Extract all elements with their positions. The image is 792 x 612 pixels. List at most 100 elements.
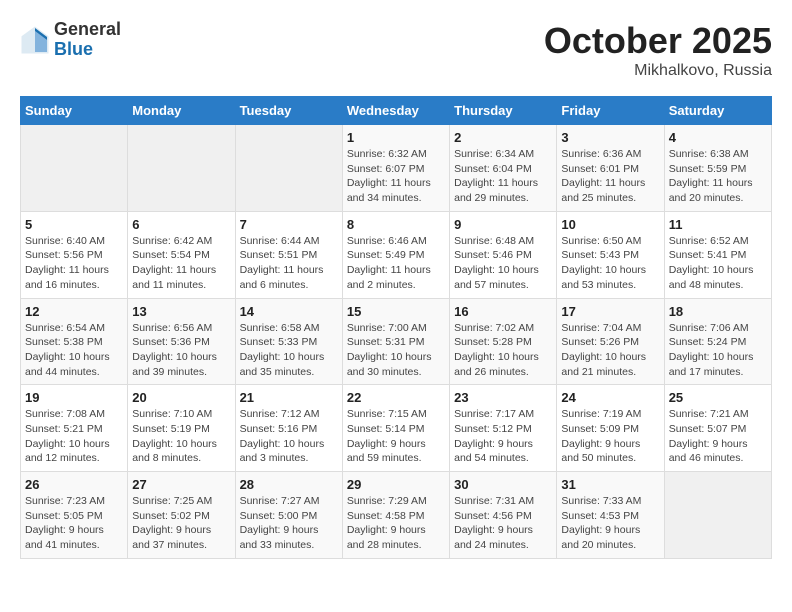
day-info: Sunrise: 6:36 AM Sunset: 6:01 PM Dayligh… [561, 147, 659, 206]
day-number: 29 [347, 477, 445, 492]
day-number: 13 [132, 304, 230, 319]
day-number: 24 [561, 390, 659, 405]
day-number: 18 [669, 304, 767, 319]
day-info: Sunrise: 6:52 AM Sunset: 5:41 PM Dayligh… [669, 234, 767, 293]
calendar-cell [235, 125, 342, 212]
day-number: 14 [240, 304, 338, 319]
day-info: Sunrise: 6:50 AM Sunset: 5:43 PM Dayligh… [561, 234, 659, 293]
calendar-cell: 7Sunrise: 6:44 AM Sunset: 5:51 PM Daylig… [235, 211, 342, 298]
calendar-cell: 6Sunrise: 6:42 AM Sunset: 5:54 PM Daylig… [128, 211, 235, 298]
day-info: Sunrise: 6:54 AM Sunset: 5:38 PM Dayligh… [25, 321, 123, 380]
day-info: Sunrise: 6:58 AM Sunset: 5:33 PM Dayligh… [240, 321, 338, 380]
day-number: 5 [25, 217, 123, 232]
day-number: 1 [347, 130, 445, 145]
day-info: Sunrise: 6:42 AM Sunset: 5:54 PM Dayligh… [132, 234, 230, 293]
calendar-cell: 21 Sunrise: 7:12 AM Sunset: 5:16 PM Dayli… [235, 385, 342, 472]
calendar-header: Sunday Monday Tuesday Wednesday Thursday… [21, 97, 772, 125]
day-info: Sunrise: 7:04 AM Sunset: 5:26 PM Dayligh… [561, 321, 659, 380]
day-info: Sunrise: 6:48 AM Sunset: 5:46 PM Dayligh… [454, 234, 552, 293]
day-number: 12 [25, 304, 123, 319]
day-number: 30 [454, 477, 552, 492]
calendar-week-row: 19Sunrise: 7:08 AM Sunset: 5:21 PM Dayli… [21, 385, 772, 472]
calendar-cell: 22 Sunrise: 7:15 AM Sunset: 5:14 PM Dayli… [342, 385, 449, 472]
day-number: 28 [240, 477, 338, 492]
header-thursday: Thursday [450, 97, 557, 125]
calendar-cell: 1 Sunrise: 6:32 AM Sunset: 6:07 PM Daylig… [342, 125, 449, 212]
day-info: Sunrise: 7:23 AM Sunset: 5:05 PM Dayligh… [25, 494, 123, 553]
day-info: Sunrise: 7:33 AM Sunset: 4:53 PM Dayligh… [561, 494, 659, 553]
calendar-week-row: 1 Sunrise: 6:32 AM Sunset: 6:07 PM Daylig… [21, 125, 772, 212]
day-info: Sunrise: 7:19 AM Sunset: 5:09 PM Dayligh… [561, 407, 659, 466]
calendar-cell: 29Sunrise: 7:29 AM Sunset: 4:58 PM Dayli… [342, 472, 449, 559]
day-number: 21 [240, 390, 338, 405]
day-info: Sunrise: 6:40 AM Sunset: 5:56 PM Dayligh… [25, 234, 123, 293]
calendar-cell: 19Sunrise: 7:08 AM Sunset: 5:21 PM Dayli… [21, 385, 128, 472]
day-info: Sunrise: 6:44 AM Sunset: 5:51 PM Dayligh… [240, 234, 338, 293]
logo-general-text: General [54, 20, 121, 40]
day-info: Sunrise: 7:21 AM Sunset: 5:07 PM Dayligh… [669, 407, 767, 466]
day-info: Sunrise: 7:08 AM Sunset: 5:21 PM Dayligh… [25, 407, 123, 466]
calendar-cell: 8 Sunrise: 6:46 AM Sunset: 5:49 PM Daylig… [342, 211, 449, 298]
day-info: Sunrise: 6:32 AM Sunset: 6:07 PM Dayligh… [347, 147, 445, 206]
day-number: 15 [347, 304, 445, 319]
calendar-cell: 5 Sunrise: 6:40 AM Sunset: 5:56 PM Daylig… [21, 211, 128, 298]
header-monday: Monday [128, 97, 235, 125]
day-info: Sunrise: 7:31 AM Sunset: 4:56 PM Dayligh… [454, 494, 552, 553]
logo-text: General Blue [54, 20, 121, 60]
day-number: 27 [132, 477, 230, 492]
header-wednesday: Wednesday [342, 97, 449, 125]
day-info: Sunrise: 7:10 AM Sunset: 5:19 PM Dayligh… [132, 407, 230, 466]
calendar-body: 1 Sunrise: 6:32 AM Sunset: 6:07 PM Daylig… [21, 125, 772, 559]
day-info: Sunrise: 7:02 AM Sunset: 5:28 PM Dayligh… [454, 321, 552, 380]
calendar-cell: 3 Sunrise: 6:36 AM Sunset: 6:01 PM Daylig… [557, 125, 664, 212]
day-info: Sunrise: 7:15 AM Sunset: 5:14 PM Dayligh… [347, 407, 445, 466]
calendar-cell: 24 Sunrise: 7:19 AM Sunset: 5:09 PM Dayli… [557, 385, 664, 472]
calendar-cell [128, 125, 235, 212]
calendar-cell: 28Sunrise: 7:27 AM Sunset: 5:00 PM Dayli… [235, 472, 342, 559]
calendar-cell: 13Sunrise: 6:56 AM Sunset: 5:36 PM Dayli… [128, 298, 235, 385]
day-number: 16 [454, 304, 552, 319]
calendar-cell: 12 Sunrise: 6:54 AM Sunset: 5:38 PM Dayli… [21, 298, 128, 385]
calendar-cell [664, 472, 771, 559]
calendar-cell: 27 Sunrise: 7:25 AM Sunset: 5:02 PM Dayli… [128, 472, 235, 559]
calendar-cell: 23 Sunrise: 7:17 AM Sunset: 5:12 PM Dayli… [450, 385, 557, 472]
calendar-cell: 11Sunrise: 6:52 AM Sunset: 5:41 PM Dayli… [664, 211, 771, 298]
day-number: 10 [561, 217, 659, 232]
day-number: 22 [347, 390, 445, 405]
title-block: October 2025 Mikhalkovo, Russia [544, 20, 772, 80]
day-number: 26 [25, 477, 123, 492]
location-subtitle: Mikhalkovo, Russia [544, 62, 772, 80]
calendar-cell: 10 Sunrise: 6:50 AM Sunset: 5:43 PM Dayli… [557, 211, 664, 298]
calendar-cell: 17 Sunrise: 7:04 AM Sunset: 5:26 PM Dayli… [557, 298, 664, 385]
calendar-cell: 2Sunrise: 6:34 AM Sunset: 6:04 PM Daylig… [450, 125, 557, 212]
header-saturday: Saturday [664, 97, 771, 125]
day-number: 8 [347, 217, 445, 232]
header-tuesday: Tuesday [235, 97, 342, 125]
calendar-cell: 30 Sunrise: 7:31 AM Sunset: 4:56 PM Dayli… [450, 472, 557, 559]
calendar-cell: 9 Sunrise: 6:48 AM Sunset: 5:46 PM Daylig… [450, 211, 557, 298]
day-info: Sunrise: 7:06 AM Sunset: 5:24 PM Dayligh… [669, 321, 767, 380]
month-year-title: October 2025 [544, 20, 772, 62]
calendar-cell [21, 125, 128, 212]
day-info: Sunrise: 6:46 AM Sunset: 5:49 PM Dayligh… [347, 234, 445, 293]
logo-blue-text: Blue [54, 40, 121, 60]
header-sunday: Sunday [21, 97, 128, 125]
calendar-cell: 20Sunrise: 7:10 AM Sunset: 5:19 PM Dayli… [128, 385, 235, 472]
day-info: Sunrise: 7:12 AM Sunset: 5:16 PM Dayligh… [240, 407, 338, 466]
day-number: 2 [454, 130, 552, 145]
day-info: Sunrise: 7:25 AM Sunset: 5:02 PM Dayligh… [132, 494, 230, 553]
day-number: 9 [454, 217, 552, 232]
header-row: Sunday Monday Tuesday Wednesday Thursday… [21, 97, 772, 125]
calendar-cell: 15Sunrise: 7:00 AM Sunset: 5:31 PM Dayli… [342, 298, 449, 385]
calendar-cell: 31Sunrise: 7:33 AM Sunset: 4:53 PM Dayli… [557, 472, 664, 559]
calendar-week-row: 26 Sunrise: 7:23 AM Sunset: 5:05 PM Dayli… [21, 472, 772, 559]
header-friday: Friday [557, 97, 664, 125]
day-number: 3 [561, 130, 659, 145]
day-number: 17 [561, 304, 659, 319]
calendar-cell: 18 Sunrise: 7:06 AM Sunset: 5:24 PM Dayli… [664, 298, 771, 385]
day-number: 4 [669, 130, 767, 145]
day-info: Sunrise: 7:17 AM Sunset: 5:12 PM Dayligh… [454, 407, 552, 466]
calendar-cell: 14 Sunrise: 6:58 AM Sunset: 5:33 PM Dayli… [235, 298, 342, 385]
page-header: General Blue October 2025 Mikhalkovo, Ru… [20, 20, 772, 80]
day-number: 23 [454, 390, 552, 405]
